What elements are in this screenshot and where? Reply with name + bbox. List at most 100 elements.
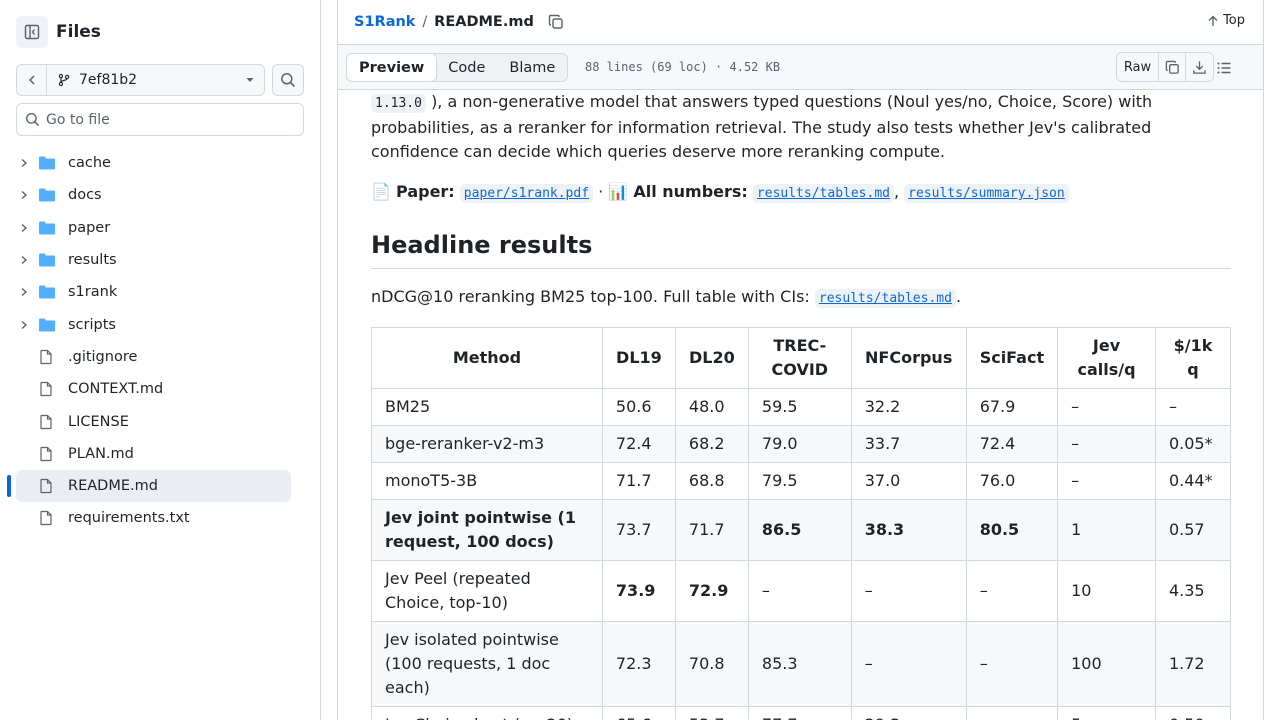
tree-file-context-md[interactable]: CONTEXT.md [16,373,291,405]
tab-code[interactable]: Code [436,54,497,81]
outline-button[interactable] [1212,56,1236,80]
expand-toggle[interactable] [16,287,32,297]
go-to-file[interactable] [16,103,304,136]
table-cell: 0.44* [1154,462,1232,500]
expand-toggle[interactable] [16,190,32,200]
search-button[interactable] [272,64,304,96]
list-unordered-icon [1217,62,1231,74]
tab-preview[interactable]: Preview [346,53,438,82]
table-cell: 38.3 [850,499,967,561]
column-header: NFCorpus [850,327,967,389]
column-header: DL19 [601,327,676,389]
tree-file-readme-md[interactable]: README.md [7,469,291,503]
table-cell: 70.8 [674,621,749,707]
table-cell: 37.0 [850,462,967,500]
results-table: Method DL19 DL20 TREC-COVID NFCorpus SciFact J… [371,327,1232,720]
git-branch-icon [58,73,70,87]
branch-dropdown[interactable] [236,75,264,85]
go-to-file-input[interactable] [46,111,286,128]
file-icon-wrap [38,478,58,494]
table-cell: 50.6 [601,388,676,426]
links-line: 📄 Paper: paper/s1rank.pdf · 📊 All number… [371,180,1231,206]
table-cell: – [965,706,1059,720]
table-cell: – [1057,388,1156,426]
table-row: monoT5-3B 71.7 68.8 79.5 37.0 76.0–0.44* [371,462,1232,500]
numbers-emoji: 📊 [608,182,629,201]
tree-folder-results[interactable]: results [16,244,291,276]
tree-item-label: LICENSE [68,413,129,430]
tree-file-plan-md[interactable]: PLAN.md [16,438,291,470]
tree-folder-paper[interactable]: paper [16,212,291,244]
folder-icon [39,318,55,332]
back-button[interactable] [17,65,47,95]
tree-folder-docs[interactable]: docs [16,179,291,211]
copy-raw-button[interactable] [1159,53,1186,81]
folder-icon [39,188,55,202]
branch-selector[interactable]: 7ef81b2 [16,64,265,96]
summary-link[interactable]: results/summary.json [904,184,1069,203]
tree-folder-s1rank[interactable]: s1rank [16,276,291,308]
chevron-right-icon [21,191,28,200]
table-cell: Jev Peel (repeated Choice, top-10) [371,560,603,622]
back-to-top-button[interactable]: Top [1207,13,1245,28]
table-cell: 68.2 [674,425,749,463]
intro-text-3: confidence can decide which queries dese… [371,142,945,161]
search-icon [281,73,296,88]
file-icon-wrap [38,446,58,462]
tree-file-license[interactable]: LICENSE [16,405,291,437]
table-cell: – [747,560,852,622]
table-cell: 32.2 [850,388,967,426]
table-cell: 72.4 [965,425,1059,463]
readme-content: 1.13.0 ), a non-generative model that an… [371,90,1232,720]
tab-blame[interactable]: Blame [497,54,567,81]
paper-label: Paper: [396,182,455,201]
folder-icon [39,156,55,170]
table-cell: 100 [1057,621,1156,707]
paper-emoji: 📄 [371,182,391,201]
folder-icon-wrap [38,252,58,268]
tree-item-label: .gitignore [68,348,138,365]
table-cell: 0.50 [1154,706,1232,720]
chevron-right-icon [21,159,28,168]
table-cell: BM25 [371,388,603,426]
table-cell: Jev Choice-best (w=20) [371,706,603,720]
tree-folder-scripts[interactable]: scripts [16,308,291,340]
table-cell: 0.57 [1154,499,1232,561]
table-cell: 73.7 [601,499,676,561]
tree-item-label: README.md [68,478,158,495]
table-cell: 48.0 [674,388,749,426]
table-cell: 79.0 [747,425,852,463]
caption-tables-link[interactable]: results/tables.md [814,289,956,308]
chevron-right-icon [21,223,28,232]
expand-toggle[interactable] [16,320,32,330]
tree-file-gitignore[interactable]: .gitignore [16,341,291,373]
file-icon-wrap [38,349,58,365]
table-row: Jev Peel (repeated Choice, top-10) 73.9 72… [371,560,1232,622]
column-header: $/1k q [1154,327,1232,389]
tree-item-label: scripts [68,316,116,333]
expand-toggle[interactable] [16,255,32,265]
intro-paragraph: 1.13.0 ), a non-generative model that an… [371,90,1231,164]
table-cell: 77.7 [747,706,852,720]
branch-name[interactable]: 7ef81b2 [47,72,236,88]
file-icon [40,414,52,429]
tree-folder-cache[interactable]: cache [16,147,291,179]
expand-toggle[interactable] [16,158,32,168]
download-button[interactable] [1186,53,1213,81]
tree-item-label: PLAN.md [68,445,134,462]
expand-toggle[interactable] [16,223,32,233]
table-cell: 80.5 [965,499,1059,561]
folder-icon [39,221,55,235]
paper-link[interactable]: paper/s1rank.pdf [459,184,594,203]
folder-icon-wrap [38,220,58,236]
dot-separator: · [598,182,604,201]
breadcrumb-repo-link[interactable]: S1Rank [354,14,415,30]
chevron-right-icon [21,288,28,297]
collapse-sidebar-button[interactable] [16,16,48,48]
copy-path-button[interactable] [548,14,564,30]
intro-text-1: ), a non-generative model that answers t… [431,92,1153,111]
raw-button[interactable]: Raw [1117,53,1159,81]
tables-link[interactable]: results/tables.md [752,184,894,203]
tree-file-requirements-txt[interactable]: requirements.txt [16,502,291,534]
table-cell: 71.7 [601,462,676,500]
